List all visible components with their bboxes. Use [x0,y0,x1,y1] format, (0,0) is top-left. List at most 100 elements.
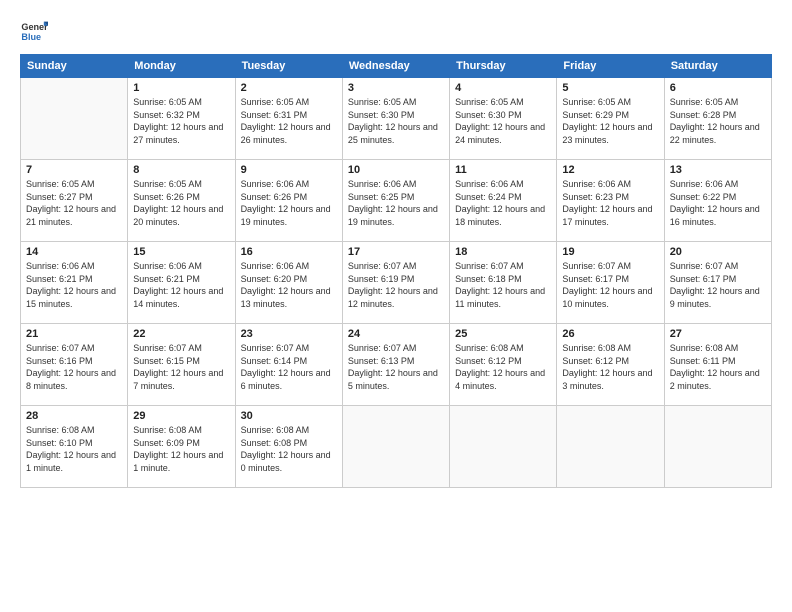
day-info: Sunrise: 6:06 AMSunset: 6:23 PMDaylight:… [562,178,658,228]
calendar-cell: 7 Sunrise: 6:05 AMSunset: 6:27 PMDaylight… [21,160,128,242]
day-info: Sunrise: 6:08 AMSunset: 6:12 PMDaylight:… [455,342,551,392]
day-number: 13 [670,164,766,176]
calendar-cell: 2 Sunrise: 6:05 AMSunset: 6:31 PMDaylight… [235,78,342,160]
day-number: 20 [670,246,766,258]
day-info: Sunrise: 6:05 AMSunset: 6:30 PMDaylight:… [455,96,551,146]
day-number: 5 [562,82,658,94]
weekday-header-row: SundayMondayTuesdayWednesdayThursdayFrid… [21,55,772,78]
calendar-cell: 14 Sunrise: 6:06 AMSunset: 6:21 PMDayligh… [21,242,128,324]
calendar-body: 1 Sunrise: 6:05 AMSunset: 6:32 PMDaylight… [21,78,772,488]
weekday-header-wednesday: Wednesday [342,55,449,78]
calendar-cell: 30Sunrise: 6:08 AMSunset: 6:08 PMDayligh… [235,406,342,488]
logo: General Blue [20,16,48,44]
day-number: 14 [26,246,122,258]
day-info: Sunrise: 6:06 AMSunset: 6:20 PMDaylight:… [241,260,337,310]
day-info: Sunrise: 6:06 AMSunset: 6:22 PMDaylight:… [670,178,766,228]
calendar-cell: 6 Sunrise: 6:05 AMSunset: 6:28 PMDaylight… [664,78,771,160]
day-info: Sunrise: 6:05 AMSunset: 6:32 PMDaylight:… [133,96,229,146]
day-info: Sunrise: 6:06 AMSunset: 6:26 PMDaylight:… [241,178,337,228]
calendar-week-4: 21 Sunrise: 6:07 AMSunset: 6:16 PMDayligh… [21,324,772,406]
day-number: 16 [241,246,337,258]
calendar-cell: 9Sunrise: 6:06 AMSunset: 6:26 PMDaylight… [235,160,342,242]
calendar-cell: 16 Sunrise: 6:06 AMSunset: 6:20 PMDayligh… [235,242,342,324]
calendar-cell: 5 Sunrise: 6:05 AMSunset: 6:29 PMDaylight… [557,78,664,160]
day-number: 29 [133,410,229,422]
day-info: Sunrise: 6:08 AMSunset: 6:12 PMDaylight:… [562,342,658,392]
calendar-cell: 1 Sunrise: 6:05 AMSunset: 6:32 PMDaylight… [128,78,235,160]
calendar-cell [450,406,557,488]
day-info: Sunrise: 6:07 AMSunset: 6:16 PMDaylight:… [26,342,122,392]
calendar-cell: 25 Sunrise: 6:08 AMSunset: 6:12 PMDayligh… [450,324,557,406]
weekday-header-friday: Friday [557,55,664,78]
day-info: Sunrise: 6:06 AMSunset: 6:21 PMDaylight:… [133,260,229,310]
calendar-cell: 23 Sunrise: 6:07 AMSunset: 6:14 PMDayligh… [235,324,342,406]
calendar-cell: 11 Sunrise: 6:06 AMSunset: 6:24 PMDayligh… [450,160,557,242]
day-info: Sunrise: 6:07 AMSunset: 6:17 PMDaylight:… [562,260,658,310]
day-number: 8 [133,164,229,176]
calendar-header: SundayMondayTuesdayWednesdayThursdayFrid… [21,55,772,78]
calendar-cell: 20Sunrise: 6:07 AMSunset: 6:17 PMDayligh… [664,242,771,324]
day-number: 18 [455,246,551,258]
day-info: Sunrise: 6:05 AMSunset: 6:29 PMDaylight:… [562,96,658,146]
calendar-cell: 19 Sunrise: 6:07 AMSunset: 6:17 PMDayligh… [557,242,664,324]
day-info: Sunrise: 6:07 AMSunset: 6:14 PMDaylight:… [241,342,337,392]
day-number: 22 [133,328,229,340]
day-info: Sunrise: 6:08 AMSunset: 6:09 PMDaylight:… [133,424,229,474]
calendar-cell [21,78,128,160]
day-number: 12 [562,164,658,176]
calendar-cell [342,406,449,488]
calendar-week-1: 1 Sunrise: 6:05 AMSunset: 6:32 PMDaylight… [21,78,772,160]
calendar-cell [557,406,664,488]
calendar-cell: 26 Sunrise: 6:08 AMSunset: 6:12 PMDayligh… [557,324,664,406]
calendar-cell: 4 Sunrise: 6:05 AMSunset: 6:30 PMDaylight… [450,78,557,160]
day-number: 15 [133,246,229,258]
day-info: Sunrise: 6:07 AMSunset: 6:19 PMDaylight:… [348,260,444,310]
day-number: 24 [348,328,444,340]
calendar-week-2: 7 Sunrise: 6:05 AMSunset: 6:27 PMDaylight… [21,160,772,242]
day-number: 28 [26,410,122,422]
day-info: Sunrise: 6:05 AMSunset: 6:26 PMDaylight:… [133,178,229,228]
calendar-cell: 22 Sunrise: 6:07 AMSunset: 6:15 PMDayligh… [128,324,235,406]
day-info: Sunrise: 6:07 AMSunset: 6:13 PMDaylight:… [348,342,444,392]
weekday-header-tuesday: Tuesday [235,55,342,78]
weekday-header-thursday: Thursday [450,55,557,78]
calendar-cell: 27Sunrise: 6:08 AMSunset: 6:11 PMDayligh… [664,324,771,406]
day-number: 30 [241,410,337,422]
day-info: Sunrise: 6:07 AMSunset: 6:15 PMDaylight:… [133,342,229,392]
day-number: 3 [348,82,444,94]
day-number: 27 [670,328,766,340]
day-info: Sunrise: 6:06 AMSunset: 6:25 PMDaylight:… [348,178,444,228]
calendar-cell: 29 Sunrise: 6:08 AMSunset: 6:09 PMDayligh… [128,406,235,488]
day-number: 26 [562,328,658,340]
day-number: 25 [455,328,551,340]
calendar-week-5: 28Sunrise: 6:08 AMSunset: 6:10 PMDayligh… [21,406,772,488]
day-number: 4 [455,82,551,94]
day-info: Sunrise: 6:05 AMSunset: 6:30 PMDaylight:… [348,96,444,146]
calendar-table: SundayMondayTuesdayWednesdayThursdayFrid… [20,54,772,488]
day-info: Sunrise: 6:06 AMSunset: 6:21 PMDaylight:… [26,260,122,310]
calendar-cell: 28Sunrise: 6:08 AMSunset: 6:10 PMDayligh… [21,406,128,488]
day-number: 23 [241,328,337,340]
calendar-cell [664,406,771,488]
day-number: 21 [26,328,122,340]
weekday-header-monday: Monday [128,55,235,78]
calendar-cell: 21 Sunrise: 6:07 AMSunset: 6:16 PMDayligh… [21,324,128,406]
day-info: Sunrise: 6:06 AMSunset: 6:24 PMDaylight:… [455,178,551,228]
calendar-cell: 8 Sunrise: 6:05 AMSunset: 6:26 PMDaylight… [128,160,235,242]
day-number: 17 [348,246,444,258]
calendar-cell: 13 Sunrise: 6:06 AMSunset: 6:22 PMDayligh… [664,160,771,242]
day-number: 1 [133,82,229,94]
day-info: Sunrise: 6:05 AMSunset: 6:27 PMDaylight:… [26,178,122,228]
weekday-header-sunday: Sunday [21,55,128,78]
day-number: 7 [26,164,122,176]
calendar-cell: 12 Sunrise: 6:06 AMSunset: 6:23 PMDayligh… [557,160,664,242]
day-number: 2 [241,82,337,94]
calendar-cell: 3 Sunrise: 6:05 AMSunset: 6:30 PMDaylight… [342,78,449,160]
day-number: 19 [562,246,658,258]
day-info: Sunrise: 6:05 AMSunset: 6:31 PMDaylight:… [241,96,337,146]
day-number: 11 [455,164,551,176]
day-info: Sunrise: 6:05 AMSunset: 6:28 PMDaylight:… [670,96,766,146]
calendar-cell: 24 Sunrise: 6:07 AMSunset: 6:13 PMDayligh… [342,324,449,406]
calendar-week-3: 14 Sunrise: 6:06 AMSunset: 6:21 PMDayligh… [21,242,772,324]
day-number: 6 [670,82,766,94]
